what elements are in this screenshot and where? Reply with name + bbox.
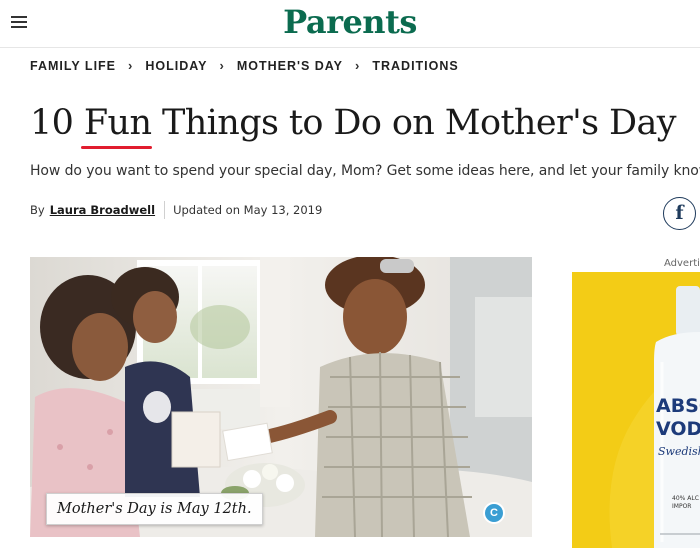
facebook-icon: f [675, 202, 684, 224]
breadcrumb-item-family-life[interactable]: FAMILY LIFE [30, 59, 116, 73]
site-header: Parents [0, 0, 700, 48]
ad-brand-line3: Swedish [658, 445, 700, 458]
ad-label: Advertis [664, 258, 700, 269]
title-highlight-word: Fun [80, 103, 152, 149]
facebook-share-button[interactable]: f [663, 197, 696, 230]
byline-prefix: By [30, 203, 45, 217]
chevron-right-icon: › [128, 58, 134, 73]
article-subtitle: How do you want to spend your special da… [30, 163, 700, 179]
vodka-bottle-ad-image: ABSO VOD Swedish 40% ALC IMPOR [572, 272, 700, 548]
updated-date: Updated on May 13, 2019 [173, 203, 323, 217]
breadcrumb-item-holiday[interactable]: HOLIDAY [145, 59, 207, 73]
byline: By Laura Broadwell Updated on May 13, 20… [30, 201, 322, 219]
byline-divider [164, 201, 166, 219]
chevron-right-icon: › [355, 58, 361, 73]
author-link[interactable]: Laura Broadwell [50, 203, 155, 217]
title-suffix: Things to Do on Mother's Day [151, 103, 677, 143]
title-prefix: 10 [30, 103, 84, 143]
chevron-right-icon: › [219, 58, 225, 73]
ad-brand-line1: ABSO [656, 395, 700, 417]
advertisement[interactable]: ABSO VOD Swedish 40% ALC IMPOR [572, 272, 700, 548]
article-title: 10 Fun Things to Do on Mother's Day [30, 103, 677, 149]
image-caption: Mother's Day is May 12th. [46, 493, 263, 525]
site-logo[interactable]: Parents [0, 3, 700, 41]
photo-credit-icon[interactable]: C [483, 502, 505, 524]
hero-image: Mother's Day is May 12th. C [30, 257, 532, 537]
ad-brand-line2: VOD [656, 418, 700, 440]
ad-import: IMPOR [672, 503, 691, 510]
breadcrumb-item-traditions[interactable]: TRADITIONS [372, 59, 458, 73]
breadcrumb-item-mothers-day[interactable]: MOTHER'S DAY [237, 59, 343, 73]
breadcrumb: FAMILY LIFE › HOLIDAY › MOTHER'S DAY › T… [30, 58, 459, 73]
ad-abv: 40% ALC [672, 495, 699, 502]
